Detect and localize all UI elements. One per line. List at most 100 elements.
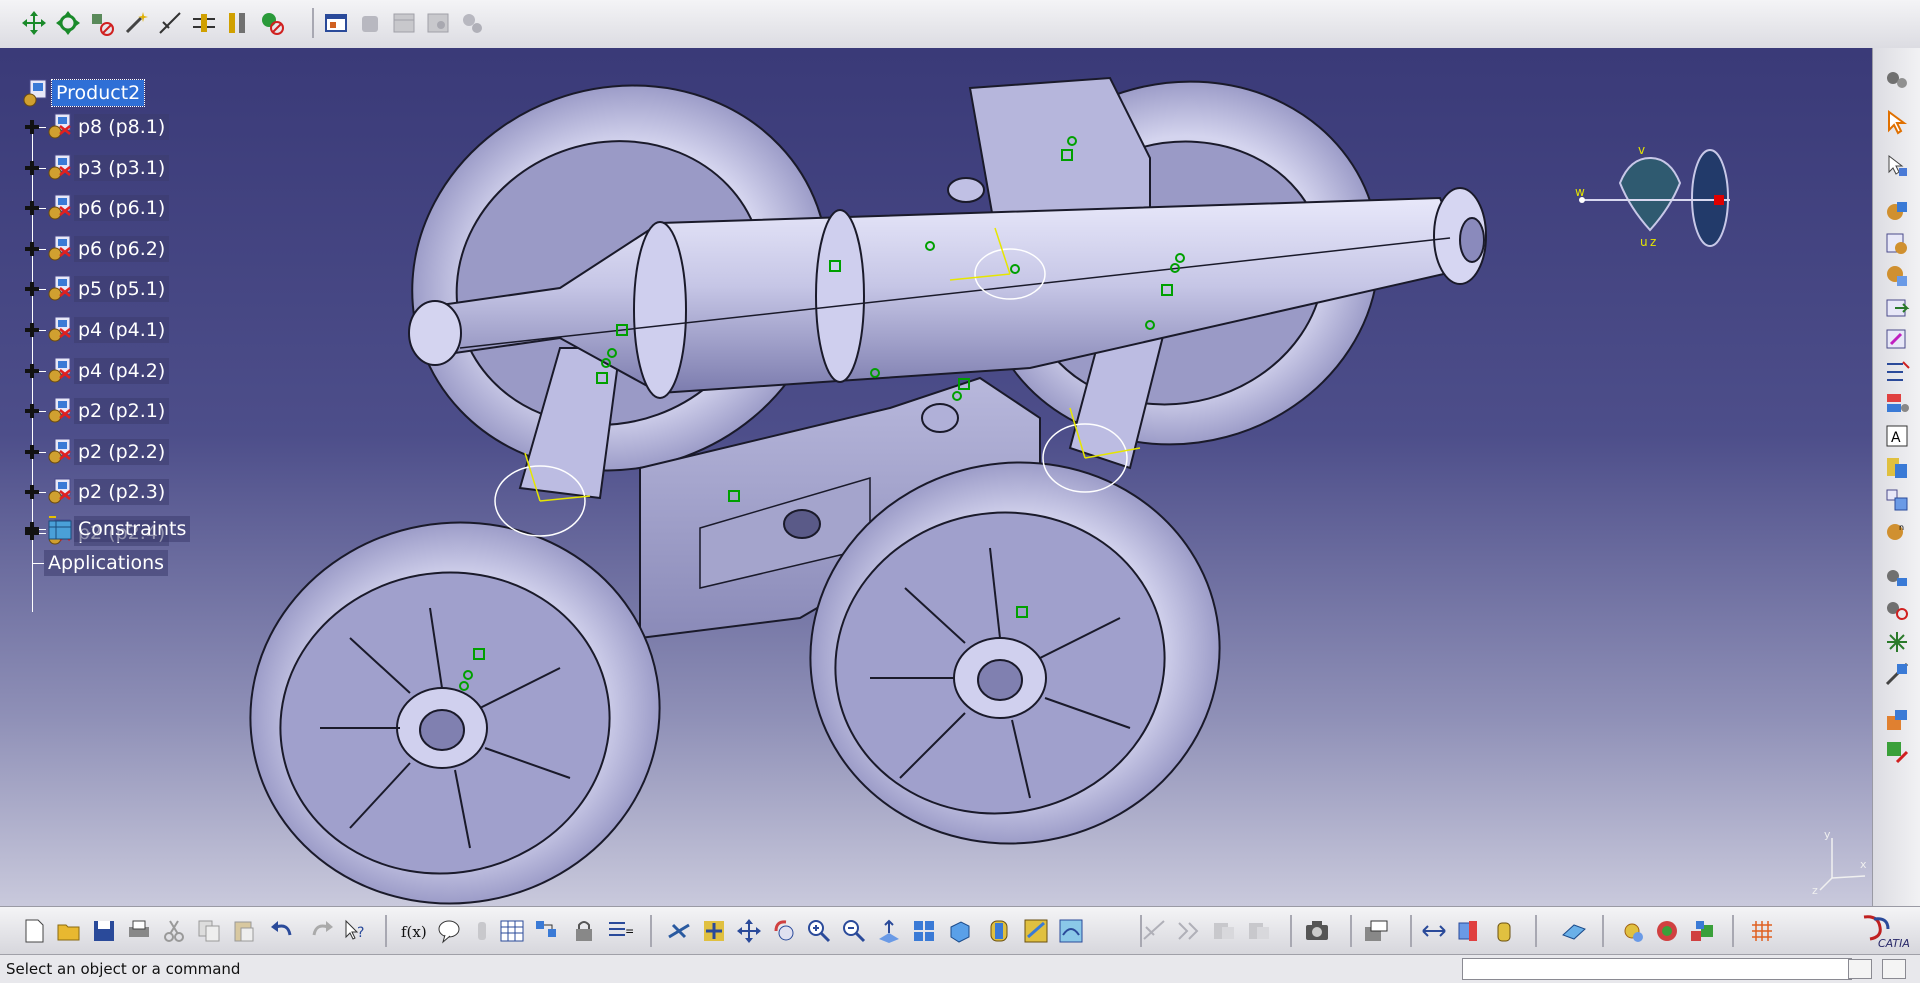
tree-node-constraints[interactable]: Constraints: [20, 512, 220, 546]
stop-manipulate-button[interactable]: [122, 9, 150, 37]
fix-component-button[interactable]: [258, 9, 286, 37]
graph-tree-reorder-icon[interactable]: [1883, 358, 1911, 386]
knowledge-list-icon[interactable]: =: [605, 917, 633, 945]
cut-icon[interactable]: [160, 917, 188, 945]
tree-node-part[interactable]: p4 (p4.1): [20, 313, 220, 347]
snap-component-icon[interactable]: [1883, 596, 1911, 624]
new-document-icon[interactable]: [20, 917, 48, 945]
zoom-out-icon[interactable]: [840, 917, 868, 945]
explode-component-icon[interactable]: [1883, 628, 1911, 656]
tree-node-part[interactable]: p6 (p6.2): [20, 232, 220, 266]
shading-icon[interactable]: [985, 917, 1013, 945]
measure-between-icon[interactable]: [1420, 917, 1448, 945]
tree-node-part[interactable]: p5 (p5.1): [20, 272, 220, 306]
catalog-browser-button[interactable]: [322, 9, 350, 37]
grid-icon[interactable]: [1748, 917, 1776, 945]
expand-plus-icon[interactable]: [25, 282, 39, 297]
tree-node-part[interactable]: p2 (p2.2): [20, 435, 220, 469]
tree-label-part[interactable]: p2 (p2.2): [74, 438, 170, 465]
normal-view-icon[interactable]: [875, 917, 903, 945]
scene-icon[interactable]: [1688, 917, 1716, 945]
plane-icon[interactable]: [1560, 917, 1588, 945]
select-trap-icon[interactable]: [1883, 152, 1911, 180]
expand-plus-icon[interactable]: [25, 241, 39, 256]
hide-show-icon[interactable]: [1022, 917, 1050, 945]
new-product-icon[interactable]: [1883, 230, 1911, 258]
tree-label-constraints[interactable]: Constraints: [74, 516, 191, 542]
redo-icon[interactable]: [308, 917, 336, 945]
pan-manipulate-button[interactable]: [20, 9, 48, 37]
compass[interactable]: v w u z: [1570, 118, 1750, 268]
disabled-tool-3[interactable]: [424, 9, 452, 37]
paste-icon[interactable]: [230, 917, 258, 945]
print-icon[interactable]: [125, 917, 153, 945]
open-folder-icon[interactable]: [55, 917, 83, 945]
tree-node-part[interactable]: p4 (p4.2): [20, 354, 220, 388]
expand-plus-icon[interactable]: [25, 522, 39, 536]
tree-label-part[interactable]: p4 (p4.1): [74, 317, 170, 343]
undo-icon[interactable]: [268, 917, 296, 945]
expand-plus-icon[interactable]: [25, 201, 39, 216]
front-left-wheel[interactable]: [220, 490, 690, 906]
status-button-2[interactable]: [1882, 959, 1906, 979]
disabled-tool-4[interactable]: [458, 9, 486, 37]
zoom-in-icon[interactable]: [805, 917, 833, 945]
tree-node-root[interactable]: Product2: [20, 76, 220, 110]
expand-plus-icon[interactable]: [25, 120, 39, 134]
constraint-disabled-icon[interactable]: [1140, 917, 1168, 945]
replace-component-icon[interactable]: [1883, 326, 1911, 354]
render-sun-icon[interactable]: [1618, 917, 1646, 945]
tree-node-part[interactable]: p8 (p8.1): [20, 110, 220, 144]
apply-material-icon[interactable]: [1653, 917, 1681, 945]
disabled-tool-2[interactable]: [390, 9, 418, 37]
expand-plus-icon[interactable]: [25, 363, 39, 378]
expand-plus-icon[interactable]: [25, 323, 39, 337]
explode-button[interactable]: [88, 9, 116, 37]
multi-instantiation-icon[interactable]: [1883, 486, 1911, 514]
expand-plus-icon[interactable]: [25, 404, 39, 419]
catalog-lock-icon[interactable]: [570, 917, 598, 945]
gears-icon[interactable]: [1883, 66, 1911, 94]
3d-viewport[interactable]: Product2 p8 (p8.1) p3 (p3.1) p6 (p6.1) p6 (…: [0, 48, 1872, 906]
tree-label-part[interactable]: p6 (p6.1): [74, 195, 170, 222]
offset-constraint-button[interactable]: [190, 9, 218, 37]
snap-button[interactable]: [54, 9, 82, 37]
tree-label-part[interactable]: p2 (p2.1): [74, 398, 170, 425]
angle-constraint-button[interactable]: [224, 9, 252, 37]
clash-analysis-icon[interactable]: [1362, 917, 1390, 945]
design-table-icon[interactable]: [498, 917, 526, 945]
rotate-icon[interactable]: [770, 917, 798, 945]
tree-node-part[interactable]: p2 (p2.1): [20, 394, 220, 428]
comment-icon[interactable]: [435, 917, 463, 945]
bill-of-material-icon[interactable]: [1883, 454, 1911, 482]
reuse-pattern-icon[interactable]: [1883, 706, 1911, 734]
tree-node-part[interactable]: p3 (p3.1): [20, 151, 220, 185]
stop-on-clash-icon[interactable]: [1883, 660, 1911, 688]
fly-mode-icon[interactable]: [665, 917, 693, 945]
rules-icon[interactable]: [532, 917, 560, 945]
new-component-icon[interactable]: [1883, 198, 1911, 226]
expand-plus-icon[interactable]: [25, 160, 39, 175]
tree-node-part[interactable]: p2 (p2.3): [20, 475, 220, 509]
pan-icon[interactable]: [735, 917, 763, 945]
camera-icon[interactable]: [1303, 917, 1331, 945]
power-input-field[interactable]: [1462, 958, 1852, 980]
hand-paste-disabled-icon[interactable]: [1245, 917, 1273, 945]
select-arrow-icon[interactable]: [1883, 108, 1911, 136]
hand-disabled-icon[interactable]: [468, 917, 496, 945]
tree-node-part[interactable]: p6 (p6.1): [20, 191, 220, 225]
new-part-icon[interactable]: [1883, 262, 1911, 290]
swap-visible-space-icon[interactable]: [1057, 917, 1085, 945]
existing-component-icon[interactable]: [1883, 294, 1911, 322]
text-annotation-icon[interactable]: A: [1883, 422, 1911, 450]
expand-plus-icon[interactable]: [25, 485, 39, 500]
save-icon[interactable]: [90, 917, 118, 945]
update-icon[interactable]: [1883, 738, 1911, 766]
tree-label-part[interactable]: p3 (p3.1): [74, 154, 170, 181]
tree-label-part[interactable]: p5 (p5.1): [74, 276, 170, 303]
tree-label-root[interactable]: Product2: [50, 79, 146, 107]
manipulation-icon[interactable]: [1883, 564, 1911, 592]
measure-inertia-icon[interactable]: [1490, 917, 1518, 945]
tree-node-applications[interactable]: Applications: [20, 546, 220, 580]
formula-icon[interactable]: f(x): [400, 917, 428, 945]
